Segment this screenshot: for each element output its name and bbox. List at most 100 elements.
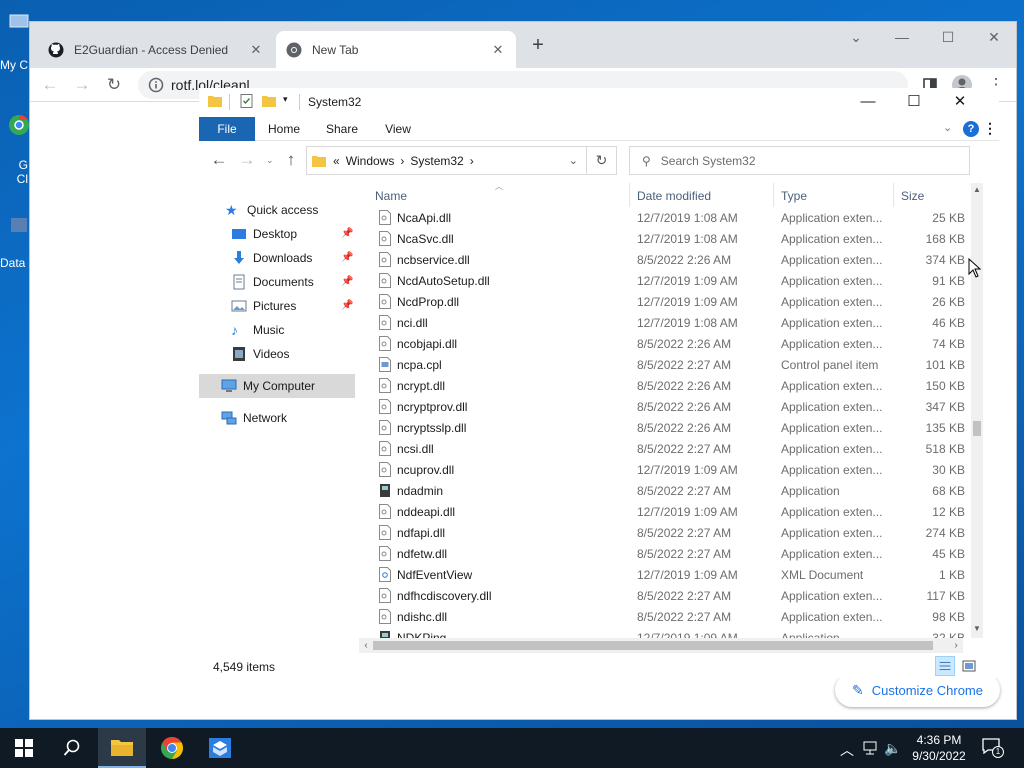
- scroll-thumb[interactable]: [373, 641, 933, 650]
- table-row[interactable]: ncbservice.dll 8/5/2022 2:26 AM Applicatio…: [369, 249, 981, 270]
- nav-videos[interactable]: Videos: [199, 342, 355, 366]
- desktop-icon-data[interactable]: Data: [0, 212, 30, 274]
- table-row[interactable]: NdfEventView 12/7/2019 1:09 AM XML Documen…: [369, 564, 981, 585]
- address-dropdown-icon[interactable]: ⌄: [569, 154, 578, 167]
- nav-downloads[interactable]: Downloads 📌: [199, 246, 355, 270]
- properties-icon[interactable]: [239, 93, 255, 109]
- breadcrumb-windows[interactable]: Windows: [346, 154, 395, 168]
- show-hidden-icons[interactable]: ︿: [840, 740, 854, 760]
- minimize-icon[interactable]: —: [882, 26, 922, 48]
- nav-pictures[interactable]: Pictures 📌: [199, 294, 355, 318]
- large-icons-view-icon[interactable]: [959, 656, 979, 676]
- new-folder-icon[interactable]: [261, 93, 277, 109]
- table-row[interactable]: ncuprov.dll 12/7/2019 1:09 AM Application …: [369, 459, 981, 480]
- tab-file[interactable]: File: [199, 117, 255, 141]
- taskbar-file-explorer[interactable]: [98, 728, 146, 768]
- column-name[interactable]: Name: [375, 189, 407, 203]
- horizontal-scrollbar[interactable]: ‹ ›: [359, 638, 963, 653]
- table-row[interactable]: NcaSvc.dll 12/7/2019 1:08 AM Application e…: [369, 228, 981, 249]
- tab-share[interactable]: Share: [319, 117, 365, 141]
- tab-e2guardian[interactable]: E2Guardian - Access Denied ✕: [38, 31, 274, 68]
- network-status-icon[interactable]: [862, 740, 880, 756]
- forward-arrow-icon[interactable]: →: [70, 73, 94, 97]
- help-icon[interactable]: ?: [963, 121, 979, 137]
- tab-close-icon[interactable]: ✕: [490, 42, 506, 58]
- address-bar[interactable]: « Windows › System32 › ⌄: [306, 146, 587, 175]
- expand-ribbon-icon[interactable]: ⌄: [943, 121, 952, 134]
- taskbar-app[interactable]: [196, 728, 244, 768]
- refresh-icon[interactable]: ↻: [587, 146, 617, 175]
- table-row[interactable]: ndfhcdiscovery.dll 8/5/2022 2:27 AM Applic…: [369, 585, 981, 606]
- table-row[interactable]: ndfapi.dll 8/5/2022 2:27 AM Application ex…: [369, 522, 981, 543]
- table-row[interactable]: NcdAutoSetup.dll 12/7/2019 1:09 AM Applica…: [369, 270, 981, 291]
- table-row[interactable]: ncryptsslp.dll 8/5/2022 2:26 AM Applicatio…: [369, 417, 981, 438]
- search-button[interactable]: [48, 728, 96, 768]
- reload-icon[interactable]: ↻: [102, 73, 126, 97]
- nav-my-computer[interactable]: My Computer: [199, 374, 355, 398]
- site-info-icon[interactable]: [148, 77, 164, 93]
- close-icon[interactable]: ✕: [974, 26, 1014, 48]
- minimize-icon[interactable]: —: [845, 90, 891, 114]
- close-icon[interactable]: ✕: [937, 90, 983, 114]
- breadcrumb-separator[interactable]: ›: [470, 154, 474, 168]
- vertical-scrollbar[interactable]: ▲ ▼: [971, 183, 983, 638]
- column-size[interactable]: Size: [901, 189, 924, 203]
- table-row[interactable]: ndishc.dll 8/5/2022 2:27 AM Application ex…: [369, 606, 981, 627]
- table-row[interactable]: ncryptprov.dll 8/5/2022 2:26 AM Applicatio…: [369, 396, 981, 417]
- table-row[interactable]: ndadmin 8/5/2022 2:27 AM Application 68 KB: [369, 480, 981, 501]
- details-view-icon[interactable]: [935, 656, 955, 676]
- table-row[interactable]: NDKPing 12/7/2019 1:09 AM Application 32 KB: [369, 627, 981, 638]
- notification-center-button[interactable]: 1: [982, 738, 1004, 758]
- nav-documents[interactable]: Documents 📌: [199, 270, 355, 294]
- column-type[interactable]: Type: [781, 189, 807, 203]
- dll-file-icon: [379, 609, 391, 624]
- volume-icon[interactable]: 🔈: [884, 740, 901, 757]
- maximize-icon[interactable]: ☐: [928, 26, 968, 48]
- desktop-icon-chrome[interactable]: G Cl: [0, 112, 30, 188]
- recent-locations-icon[interactable]: ⌄: [266, 155, 274, 166]
- forward-arrow-icon[interactable]: →: [235, 148, 259, 172]
- tab-home[interactable]: Home: [261, 117, 307, 141]
- breadcrumb-overflow[interactable]: «: [333, 154, 340, 168]
- nav-desktop[interactable]: Desktop 📌: [199, 222, 355, 246]
- table-row[interactable]: ncobjapi.dll 8/5/2022 2:26 AM Application …: [369, 333, 981, 354]
- more-options-icon[interactable]: ⋮: [983, 120, 997, 137]
- dll-file-icon: [379, 525, 391, 540]
- table-row[interactable]: nci.dll 12/7/2019 1:08 AM Application exte…: [369, 312, 981, 333]
- back-arrow-icon[interactable]: ←: [38, 73, 62, 97]
- new-tab-button[interactable]: +: [528, 35, 548, 56]
- table-row[interactable]: ncpa.cpl 8/5/2022 2:27 AM Control panel it…: [369, 354, 981, 375]
- scroll-thumb[interactable]: [973, 421, 981, 436]
- scroll-left-icon[interactable]: ‹: [360, 640, 372, 652]
- table-row[interactable]: nddeapi.dll 12/7/2019 1:09 AM Application …: [369, 501, 981, 522]
- tab-view[interactable]: View: [375, 117, 421, 141]
- tab-new-tab[interactable]: New Tab ✕: [276, 31, 516, 68]
- back-arrow-icon[interactable]: ←: [207, 148, 231, 172]
- up-arrow-icon[interactable]: ↑: [279, 148, 303, 172]
- table-row[interactable]: ndfetw.dll 8/5/2022 2:27 AM Application ex…: [369, 543, 981, 564]
- table-row[interactable]: NcaApi.dll 12/7/2019 1:08 AM Application e…: [369, 207, 981, 228]
- system-clock[interactable]: 4:36 PM 9/30/2022: [904, 732, 974, 764]
- nav-quick-access[interactable]: ★ Quick access: [199, 198, 355, 222]
- file-date: 8/5/2022 2:26 AM: [637, 421, 732, 435]
- tab-search-icon[interactable]: ⌄: [836, 26, 876, 48]
- breadcrumb-system32[interactable]: System32: [410, 154, 463, 168]
- table-row[interactable]: ncsi.dll 8/5/2022 2:27 AM Application exte…: [369, 438, 981, 459]
- nav-network[interactable]: Network: [199, 406, 355, 430]
- column-date-modified[interactable]: Date modified: [637, 189, 711, 203]
- search-input[interactable]: ⚲ Search System32: [629, 146, 970, 175]
- table-row[interactable]: ncrypt.dll 8/5/2022 2:26 AM Application ex…: [369, 375, 981, 396]
- desktop-icon-my-computer[interactable]: My C: [0, 10, 30, 76]
- table-row[interactable]: NcdProp.dll 12/7/2019 1:09 AM Application …: [369, 291, 981, 312]
- nav-music[interactable]: ♪ Music: [199, 318, 355, 342]
- breadcrumb-separator[interactable]: ›: [400, 154, 404, 168]
- customize-chrome-button[interactable]: ✎ Customize Chrome: [835, 673, 1000, 707]
- taskbar-chrome[interactable]: [148, 728, 196, 768]
- scroll-down-icon[interactable]: ▼: [971, 624, 983, 636]
- maximize-icon[interactable]: ☐: [891, 90, 937, 114]
- tab-close-icon[interactable]: ✕: [248, 42, 264, 58]
- customize-toolbar-icon[interactable]: ▾: [283, 94, 288, 105]
- scroll-right-icon[interactable]: ›: [950, 640, 962, 652]
- start-button[interactable]: [0, 728, 48, 768]
- scroll-up-icon[interactable]: ▲: [971, 185, 983, 197]
